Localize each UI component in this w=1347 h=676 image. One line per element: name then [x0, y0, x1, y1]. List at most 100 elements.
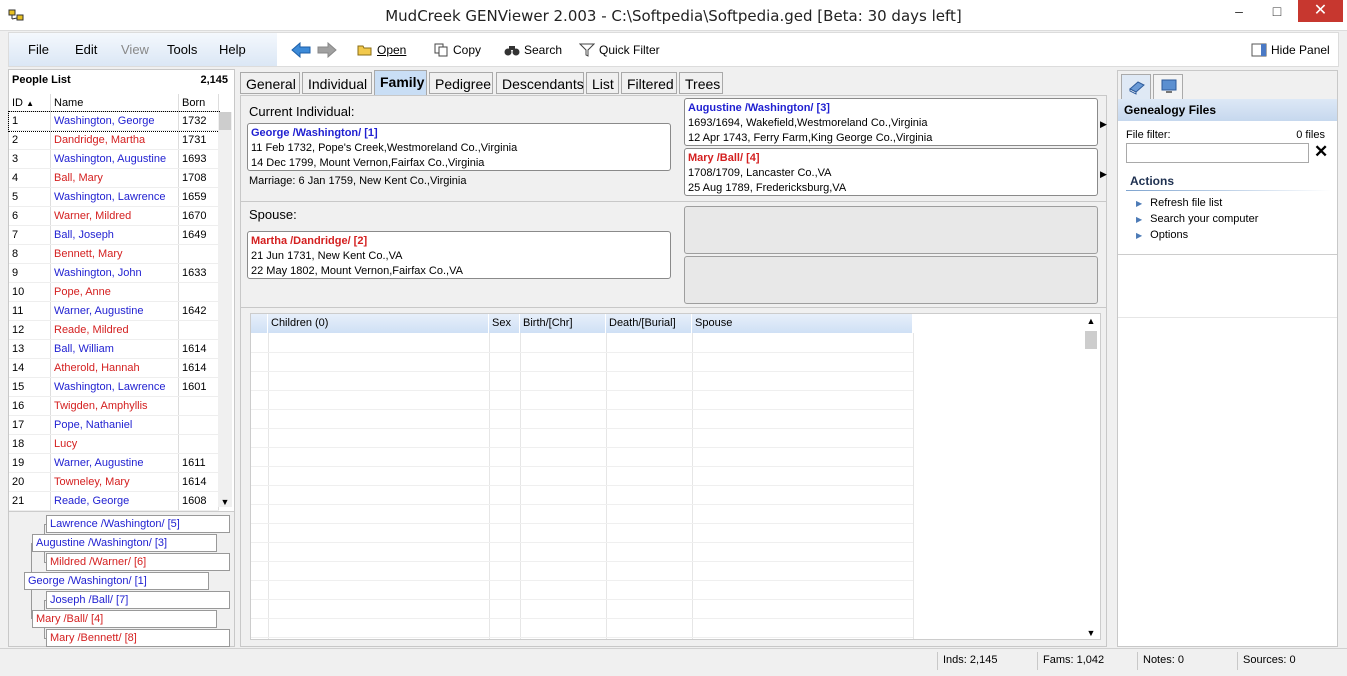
- maximize-button[interactable]: □: [1263, 0, 1291, 22]
- table-row[interactable]: 20 Towneley, Mary 1614: [9, 473, 219, 492]
- action-refresh-file-list[interactable]: ▶ Refresh file list: [1136, 197, 1222, 209]
- scrollbar-thumb[interactable]: [219, 112, 231, 130]
- tree-node-mary-bennett[interactable]: Mary /Bennett/ [8]: [46, 629, 230, 647]
- action-options[interactable]: ▶ Options: [1136, 229, 1188, 241]
- table-row[interactable]: 18 Lucy: [9, 435, 219, 454]
- grid-row-line: [251, 428, 913, 429]
- mother-expand-arrow-icon[interactable]: ▶: [1100, 169, 1107, 180]
- hide-panel-label: Hide Panel: [1271, 43, 1330, 57]
- tab-general[interactable]: General: [240, 72, 300, 94]
- cell-born: 1708: [179, 169, 219, 187]
- scrollbar-thumb[interactable]: [1085, 331, 1097, 349]
- grid-row-line: [251, 466, 913, 467]
- open-button[interactable]: Open: [357, 43, 406, 57]
- tab-trees[interactable]: Trees: [679, 72, 723, 94]
- tree-node-lawrence[interactable]: Lawrence /Washington/ [5]: [46, 515, 230, 533]
- table-row[interactable]: 4 Ball, Mary 1708: [9, 169, 219, 188]
- status-bar: Inds: 2,145 Fams: 1,042 Notes: 0 Sources…: [0, 648, 1347, 676]
- chevron-down-icon[interactable]: ▼: [218, 497, 232, 507]
- menu-tools[interactable]: Tools: [167, 42, 197, 57]
- tab-pedigree[interactable]: Pedigree: [429, 72, 493, 94]
- current-individual-card[interactable]: George /Washington/ [1] 11 Feb 1732, Pop…: [247, 123, 671, 171]
- column-header-id[interactable]: ID ▲: [9, 94, 51, 111]
- table-row[interactable]: 7 Ball, Joseph 1649: [9, 226, 219, 245]
- column-header-sex[interactable]: Sex: [489, 314, 520, 333]
- table-row[interactable]: 3 Washington, Augustine 1693: [9, 150, 219, 169]
- copy-button[interactable]: Copy: [433, 43, 481, 57]
- table-row[interactable]: 19 Warner, Augustine 1611: [9, 454, 219, 473]
- file-filter-input[interactable]: [1126, 143, 1309, 163]
- tab-filtered[interactable]: Filtered: [621, 72, 677, 94]
- table-row[interactable]: 15 Washington, Lawrence 1601: [9, 378, 219, 397]
- table-row[interactable]: 6 Warner, Mildred 1670: [9, 207, 219, 226]
- cell-born: [179, 397, 219, 415]
- column-header-children[interactable]: Children (0): [268, 314, 489, 333]
- forward-arrow-icon[interactable]: [317, 42, 337, 58]
- cell-name: Pope, Anne: [51, 283, 179, 301]
- tree-node-augustine[interactable]: Augustine /Washington/ [3]: [32, 534, 217, 552]
- close-button[interactable]: ✕: [1298, 0, 1343, 22]
- chevron-down-icon[interactable]: ▼: [1084, 628, 1098, 638]
- cell-born: 1611: [179, 454, 219, 472]
- menu-help[interactable]: Help: [219, 42, 246, 57]
- action-search-computer[interactable]: ▶ Search your computer: [1136, 213, 1258, 225]
- computer-icon: [1161, 79, 1177, 93]
- table-row[interactable]: 12 Reade, Mildred: [9, 321, 219, 340]
- father-card[interactable]: Augustine /Washington/ [3] 1693/1694, Wa…: [684, 98, 1098, 146]
- father-expand-arrow-icon[interactable]: ▶: [1100, 119, 1107, 130]
- tab-computer[interactable]: [1153, 74, 1183, 99]
- table-row[interactable]: 13 Ball, William 1614: [9, 340, 219, 359]
- tab-descendants[interactable]: Descendants: [496, 72, 584, 94]
- tab-family[interactable]: Family: [374, 70, 427, 95]
- search-button[interactable]: Search: [504, 43, 562, 57]
- table-row[interactable]: 2 Dandridge, Martha 1731: [9, 131, 219, 150]
- table-row[interactable]: 11 Warner, Augustine 1642: [9, 302, 219, 321]
- tab-list[interactable]: List: [586, 72, 619, 94]
- tree-node-george[interactable]: George /Washington/ [1]: [24, 572, 209, 590]
- cell-name: Washington, Lawrence: [51, 188, 179, 206]
- minimize-button[interactable]: –: [1225, 0, 1253, 22]
- divider: [937, 652, 938, 670]
- quick-filter-button[interactable]: Quick Filter: [579, 43, 660, 57]
- divider: [241, 201, 1106, 202]
- table-row[interactable]: 10 Pope, Anne: [9, 283, 219, 302]
- column-header-birth[interactable]: Birth/[Chr]: [520, 314, 606, 333]
- people-list-scrollbar[interactable]: ▼: [218, 112, 232, 507]
- table-row[interactable]: 9 Washington, John 1633: [9, 264, 219, 283]
- tree-node-mary-ball[interactable]: Mary /Ball/ [4]: [32, 610, 217, 628]
- table-row[interactable]: 16 Twigden, Amphyllis: [9, 397, 219, 416]
- spouse-mother-placeholder[interactable]: [684, 256, 1098, 304]
- table-row[interactable]: 8 Bennett, Mary: [9, 245, 219, 264]
- table-row[interactable]: 17 Pope, Nathaniel: [9, 416, 219, 435]
- tab-files[interactable]: [1121, 74, 1151, 99]
- table-row[interactable]: 14 Atherold, Hannah 1614: [9, 359, 219, 378]
- column-header-death[interactable]: Death/[Burial]: [606, 314, 692, 333]
- grid-row-line: [251, 447, 913, 448]
- family-view: Current Individual: George /Washington/ …: [240, 95, 1107, 647]
- mother-card[interactable]: Mary /Ball/ [4] 1708/1709, Lancaster Co.…: [684, 148, 1098, 196]
- table-row[interactable]: 5 Washington, Lawrence 1659: [9, 188, 219, 207]
- hide-panel-button[interactable]: Hide Panel: [1251, 43, 1330, 57]
- cell-id: 20: [9, 473, 51, 491]
- menu-view[interactable]: View: [121, 42, 149, 57]
- clear-filter-icon[interactable]: ✕: [1314, 143, 1328, 161]
- table-row[interactable]: 21 Reade, George 1608: [9, 492, 219, 511]
- children-grid-scrollbar[interactable]: ▲ ▼: [1084, 316, 1098, 638]
- cell-id: 12: [9, 321, 51, 339]
- status-notes: Notes: 0: [1143, 654, 1184, 666]
- cell-born: 1601: [179, 378, 219, 396]
- tab-individual[interactable]: Individual: [302, 72, 372, 94]
- tree-node-mildred[interactable]: Mildred /Warner/ [6]: [46, 553, 230, 571]
- menu-edit[interactable]: Edit: [75, 42, 97, 57]
- spouse-card[interactable]: Martha /Dandridge/ [2] 21 Jun 1731, New …: [247, 231, 671, 279]
- grid-column-line: [520, 333, 521, 639]
- menu-file[interactable]: File: [28, 42, 49, 57]
- table-row[interactable]: 1 Washington, George 1732: [8, 111, 220, 132]
- column-header-name[interactable]: Name: [51, 94, 179, 111]
- column-header-born[interactable]: Born: [179, 94, 219, 111]
- chevron-up-icon[interactable]: ▲: [1084, 316, 1098, 326]
- back-arrow-icon[interactable]: [291, 42, 311, 58]
- spouse-father-placeholder[interactable]: [684, 206, 1098, 254]
- column-header-spouse[interactable]: Spouse: [692, 314, 913, 333]
- tree-node-joseph[interactable]: Joseph /Ball/ [7]: [46, 591, 230, 609]
